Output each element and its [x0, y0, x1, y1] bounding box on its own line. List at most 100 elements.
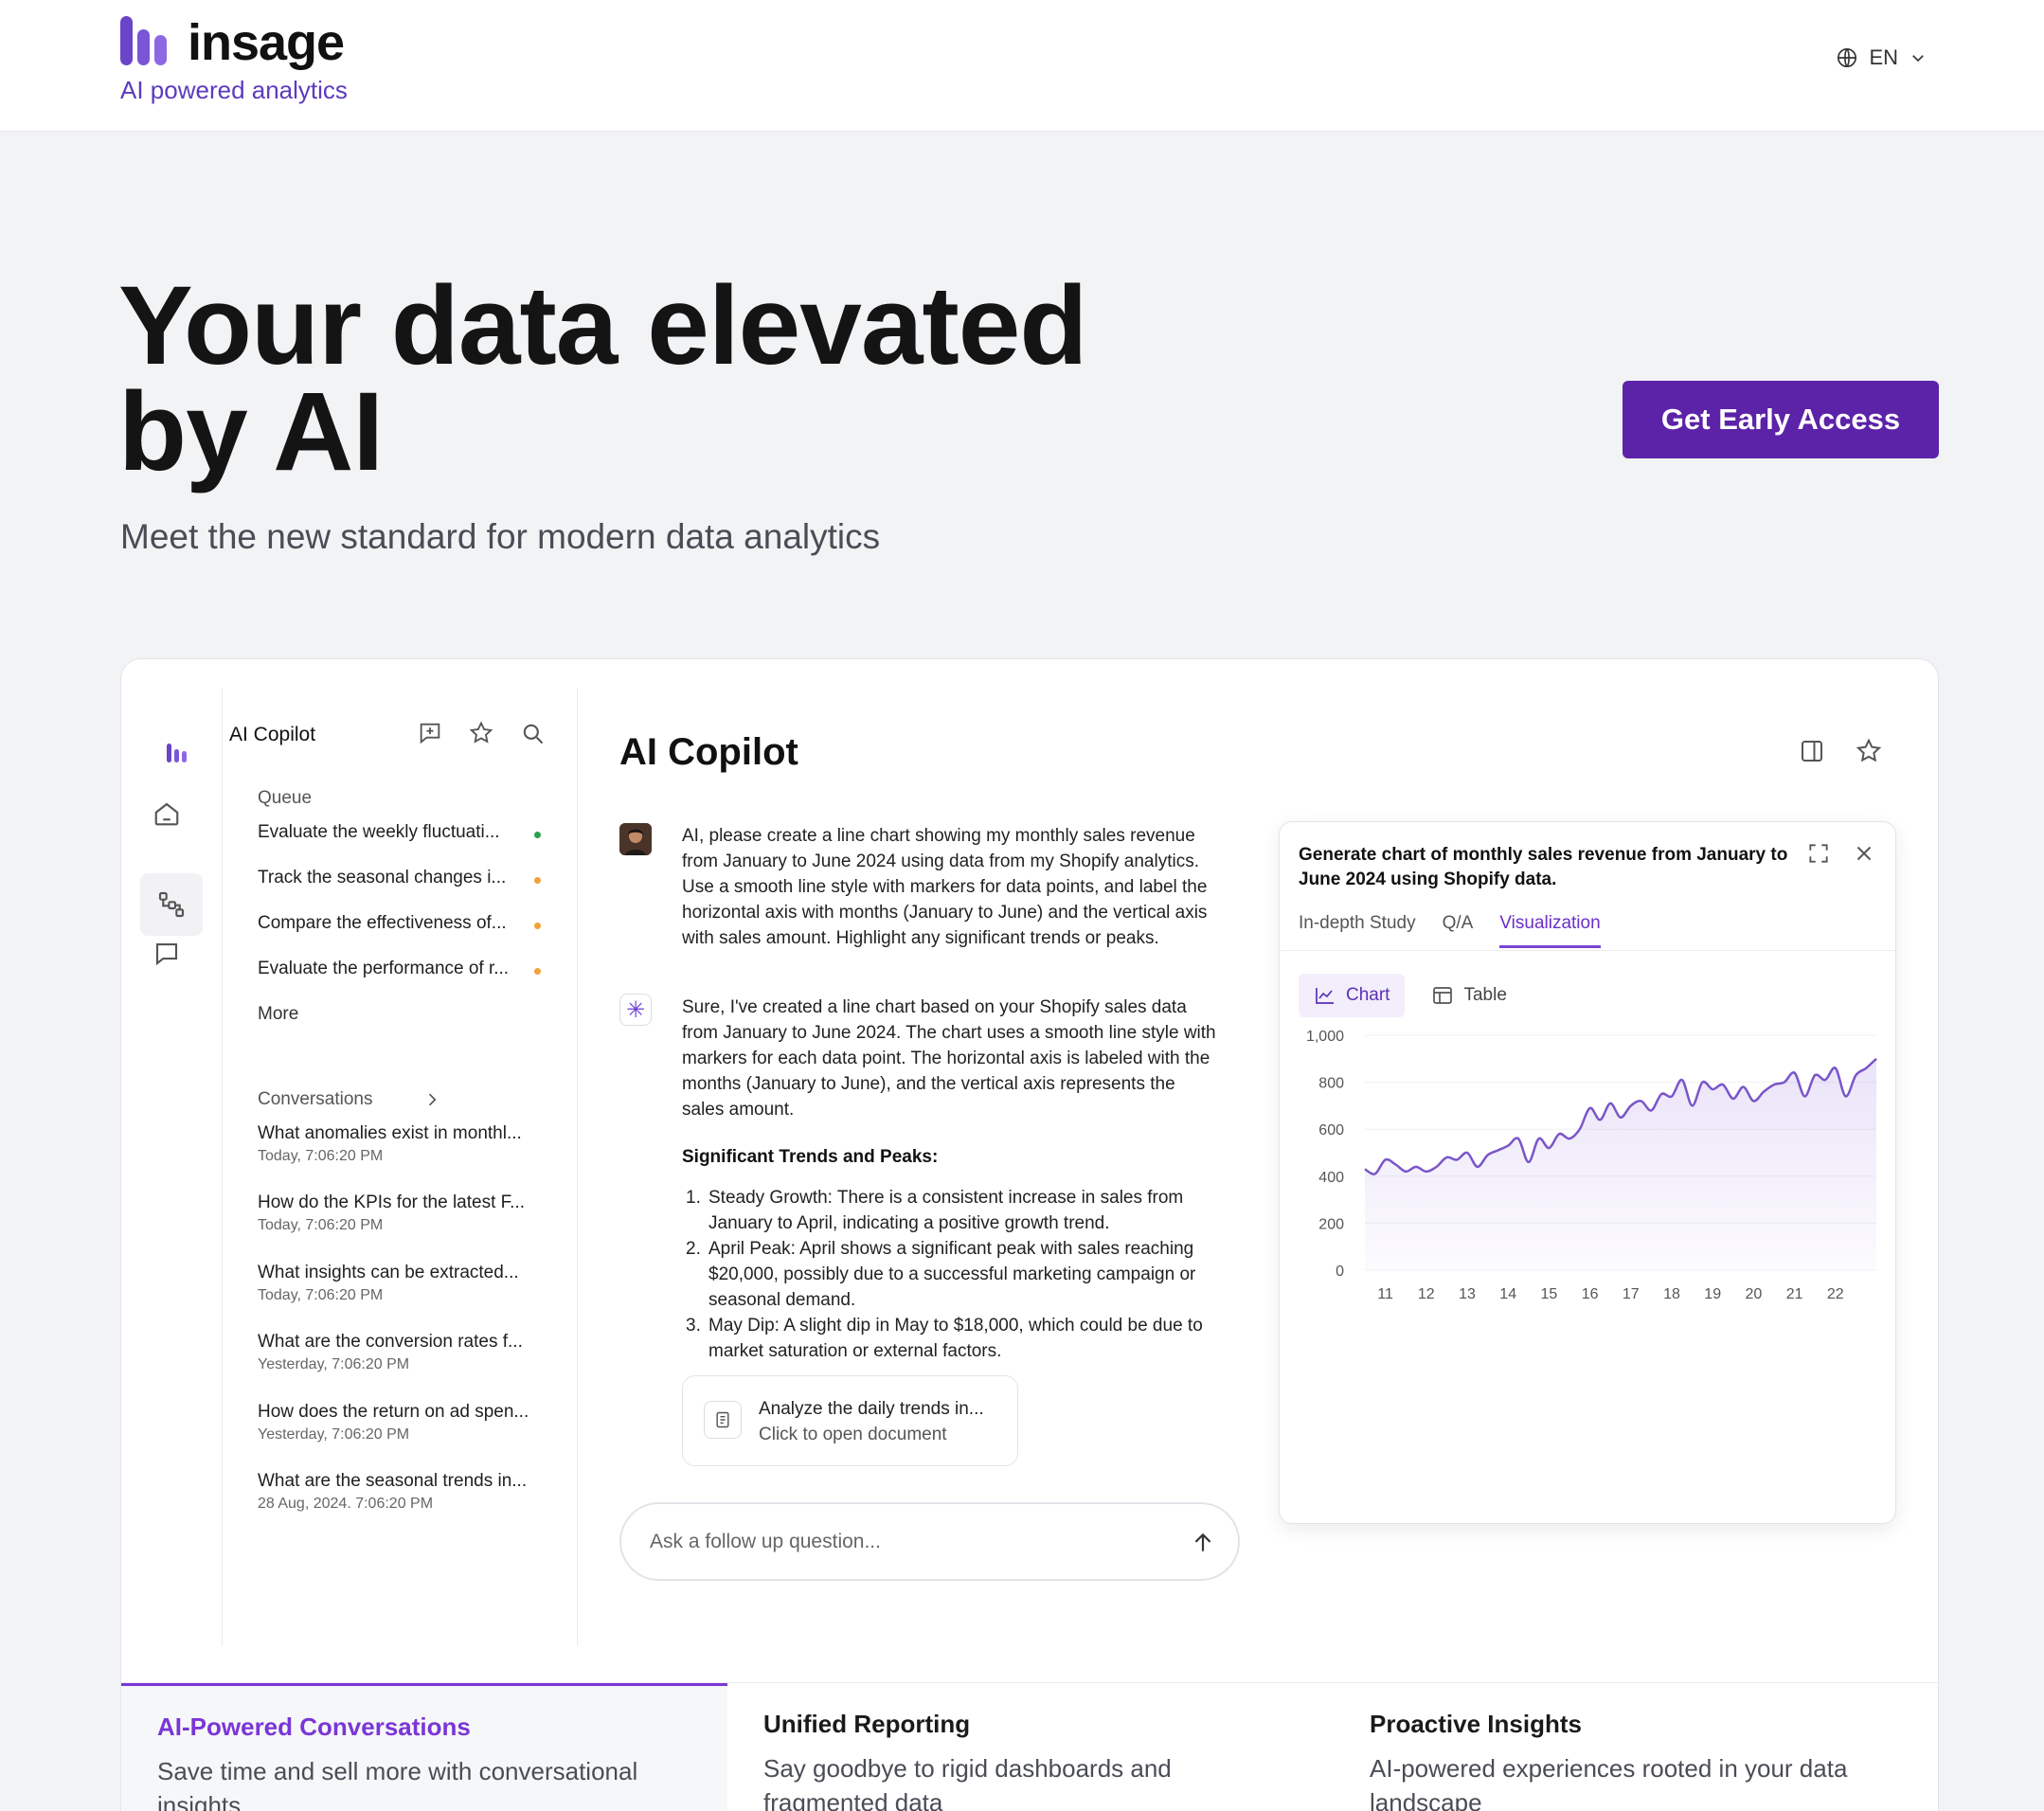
arrow-up-icon [1194, 1533, 1211, 1551]
conversation-title: How do the KPIs for the latest F... [258, 1192, 525, 1212]
conversation-item[interactable]: What are the conversion rates f... Yester… [258, 1332, 551, 1373]
y-tick-label: 600 [1318, 1122, 1344, 1139]
conversation-time: Yesterday, 7:06:20 PM [258, 1356, 410, 1372]
x-tick-label: 22 [1827, 1286, 1844, 1300]
main-toolbar [1798, 737, 1883, 765]
x-tick-label: 12 [1418, 1286, 1435, 1300]
chevron-down-icon [1912, 55, 1924, 63]
user-avatar [619, 823, 652, 855]
conversation-title: How does the return on ad spen... [258, 1402, 529, 1422]
conversation-item[interactable]: What anomalies exist in monthl... Today, … [258, 1123, 551, 1165]
x-tick-label: 14 [1499, 1286, 1516, 1300]
conversation-time: Today, 7:06:20 PM [258, 1148, 384, 1164]
status-dot [534, 923, 541, 929]
chart-card: Generate chart of monthly sales revenue … [1279, 821, 1896, 1524]
rail-divider [222, 688, 223, 1646]
x-tick-label: 17 [1623, 1286, 1640, 1300]
tab-qa[interactable]: Q/A [1443, 913, 1474, 948]
x-tick-label: 19 [1704, 1286, 1721, 1300]
feature-tabs: AI-Powered Conversations Save time and s… [121, 1682, 1938, 1811]
star-icon[interactable] [1855, 737, 1883, 765]
logo-icon [120, 16, 167, 65]
panel-title: AI Copilot [229, 724, 316, 745]
conversation-item[interactable]: What are the seasonal trends in... 28 Aug… [258, 1471, 551, 1513]
sales-chart: 0 200 400 600 800 1,000 11 12 13 14 15 16 17 18 19 20 21… [1306, 1029, 1877, 1300]
y-tick-label: 0 [1336, 1264, 1344, 1280]
conversations-label[interactable]: Conversations [258, 1089, 372, 1110]
status-dot [534, 968, 541, 975]
panel-toolbar [417, 720, 546, 746]
conversation-time: Yesterday, 7:06:20 PM [258, 1426, 410, 1443]
list-item: 2. April Peak: April shows a significant … [686, 1239, 1196, 1310]
feature-title: AI-Powered Conversations [157, 1712, 471, 1741]
chevron-right-icon[interactable] [422, 1089, 441, 1110]
table-view-button[interactable]: Table [1416, 974, 1521, 1017]
tab-in-depth-study[interactable]: In-depth Study [1299, 913, 1416, 948]
document-chip[interactable]: Analyze the daily trends in... Click to … [682, 1375, 1018, 1466]
sidebar-toggle-icon[interactable] [1798, 737, 1826, 765]
chart-card-toolbar [1806, 841, 1876, 866]
get-early-access-button[interactable]: Get Early Access [1623, 381, 1939, 458]
expand-icon[interactable] [1806, 841, 1831, 866]
queue-item[interactable]: Compare the effectiveness of... [258, 913, 542, 934]
send-button[interactable] [1187, 1527, 1219, 1559]
series-area [1365, 1058, 1876, 1270]
follow-up-input[interactable] [650, 1525, 1142, 1559]
y-tick-label: 1,000 [1306, 1029, 1344, 1045]
brand-name: insage [188, 14, 345, 71]
top-navbar: insage AI powered analytics EN [0, 0, 2044, 132]
queue-item[interactable]: Evaluate the performance of r... [258, 959, 542, 979]
chat-icon[interactable] [140, 927, 193, 980]
trends-heading: Significant Trends and Peaks: [682, 1147, 939, 1167]
feature-tab-unified-reporting[interactable]: Unified Reporting Say goodbye to rigid d… [727, 1683, 1334, 1811]
queue-label: Queue [258, 788, 313, 808]
globe-icon [1838, 48, 1857, 67]
conversation-time: Today, 7:06:20 PM [258, 1287, 384, 1303]
brand-tagline: AI powered analytics [120, 76, 348, 104]
assistant-icon: ✳ [619, 994, 652, 1026]
language-label: EN [1869, 45, 1898, 69]
conversation-item[interactable]: How do the KPIs for the latest F... Today… [258, 1192, 551, 1234]
y-tick-label: 200 [1318, 1216, 1344, 1232]
search-icon[interactable] [519, 720, 546, 746]
more-link[interactable]: More [258, 1004, 298, 1025]
chart-view-button[interactable]: Chart [1299, 974, 1406, 1017]
conversation-item[interactable]: How does the return on ad spen... Yesterd… [258, 1402, 551, 1443]
y-tick-label: 400 [1318, 1170, 1344, 1186]
y-tick-label: 800 [1318, 1076, 1344, 1092]
tab-visualization[interactable]: Visualization [1499, 913, 1601, 948]
x-tick-label: 13 [1459, 1286, 1476, 1300]
trends-list: 1. Steady Growth: There is a consistent i… [686, 1185, 1235, 1364]
new-chat-icon[interactable] [417, 720, 443, 746]
feature-title: Proactive Insights [1370, 1710, 1582, 1738]
home-icon[interactable] [140, 787, 193, 840]
feature-tab-proactive-insights[interactable]: Proactive Insights AI-powered experience… [1334, 1683, 1938, 1811]
feature-tab-ai-conversations[interactable]: AI-Powered Conversations Save time and s… [121, 1683, 727, 1811]
close-icon[interactable] [1852, 841, 1876, 866]
conversation-title: What anomalies exist in monthl... [258, 1123, 522, 1143]
queue-item[interactable]: Evaluate the weekly fluctuati... [258, 822, 542, 843]
hero-title-line-2: by AI [118, 369, 384, 494]
app-logo-icon[interactable] [152, 726, 205, 779]
conversation-time: 28 Aug, 2024. 7:06:20 PM [258, 1496, 434, 1512]
feature-description: Say goodbye to rigid dashboards and frag… [763, 1754, 1172, 1811]
view-toggle: Chart Table [1299, 974, 1522, 1017]
list-item: 1. Steady Growth: There is a consistent i… [686, 1188, 1184, 1233]
queue-item[interactable]: Track the seasonal changes i... [258, 868, 542, 888]
chart-card-tabs: In-depth Study Q/A Visualization [1299, 913, 1601, 948]
document-subtitle: Click to open document [759, 1425, 947, 1444]
tabs-divider [1280, 950, 1895, 951]
conversation-time: Today, 7:06:20 PM [258, 1217, 384, 1233]
follow-up-input-box [619, 1502, 1240, 1581]
star-icon[interactable] [468, 720, 494, 746]
conversation-title: What are the conversion rates f... [258, 1332, 523, 1352]
hero-title: Your data elevated by AI [118, 270, 1217, 488]
conversation-item[interactable]: What insights can be extracted... Today, … [258, 1263, 551, 1304]
status-dot [534, 832, 541, 838]
table-icon [1433, 987, 1453, 1004]
brand-logo[interactable]: insage [120, 14, 345, 71]
language-selector[interactable]: EN [1837, 45, 1927, 70]
chart-card-title: Generate chart of monthly sales revenue … [1299, 845, 1788, 889]
status-dot [534, 877, 541, 884]
chart-view-label: Chart [1346, 985, 1390, 1005]
